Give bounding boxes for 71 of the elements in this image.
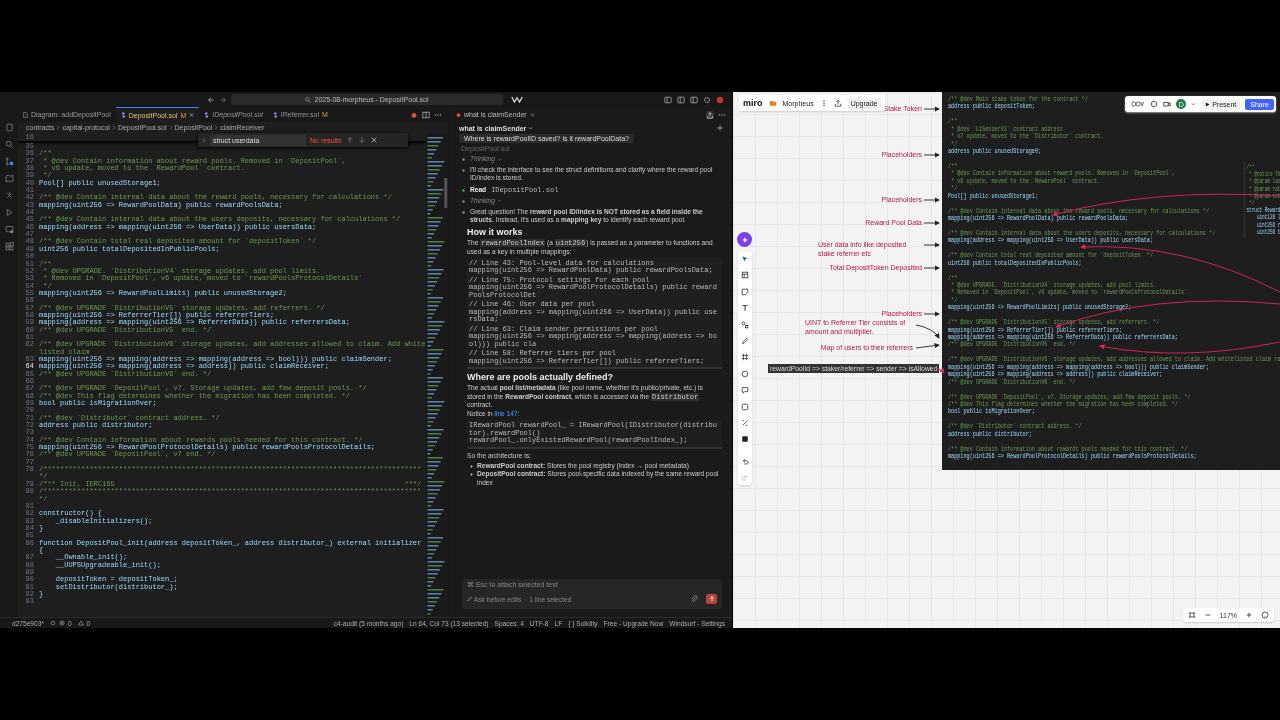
solidity-file-icon <box>272 111 278 118</box>
warning-icon <box>77 620 84 626</box>
windsurf-logo-icon <box>511 96 523 103</box>
panel-layout-icon[interactable] <box>677 95 685 104</box>
account-icon[interactable] <box>716 95 724 104</box>
comment-icon[interactable] <box>740 386 749 395</box>
search-icon[interactable] <box>4 140 14 149</box>
answer-heading: How it works <box>467 227 524 238</box>
answer-heading: Where are pools actually defined? <box>467 372 615 383</box>
map-icon[interactable] <box>4 174 14 183</box>
connector-icon[interactable] <box>740 418 749 427</box>
close-icon[interactable] <box>189 112 195 118</box>
solidity-file-icon <box>204 111 210 118</box>
bullet-icon <box>470 473 473 477</box>
square-icon[interactable] <box>740 435 749 444</box>
panel-layout-icon[interactable] <box>690 95 698 104</box>
caret-icon <box>496 198 502 204</box>
chevron-icon <box>168 125 173 130</box>
close-icon[interactable] <box>529 111 535 118</box>
file-icon <box>23 111 28 118</box>
folder-icon <box>768 99 777 107</box>
sparkle-icon <box>740 235 749 244</box>
play-icon <box>1205 101 1211 107</box>
step-dot-icon <box>462 158 465 161</box>
extensions-icon[interactable] <box>4 242 14 251</box>
shapes-icon[interactable] <box>740 320 749 329</box>
caret-icon <box>528 125 534 131</box>
search-icon <box>305 96 312 103</box>
chevron-icon <box>56 125 61 130</box>
run-icon[interactable] <box>4 208 14 217</box>
send-button[interactable] <box>706 594 717 604</box>
chevron-icon <box>214 125 219 130</box>
source-control-icon[interactable] <box>4 157 14 166</box>
step-dot-icon <box>462 211 465 214</box>
undo-icon[interactable] <box>740 457 749 466</box>
close-icon[interactable] <box>369 136 378 144</box>
text-icon[interactable] <box>740 304 749 313</box>
pencil-icon <box>467 596 472 602</box>
sync-icon[interactable] <box>49 620 56 626</box>
bullet-icon <box>470 464 473 468</box>
step-dot-icon <box>462 199 465 203</box>
attach-icon[interactable] <box>690 595 698 603</box>
step-dot-icon <box>462 169 465 173</box>
pen-icon[interactable] <box>740 336 749 345</box>
fit-icon[interactable] <box>1187 611 1196 619</box>
minimap-drawing[interactable] <box>426 133 448 617</box>
forward-arrow-icon[interactable] <box>219 95 227 104</box>
video-icon[interactable] <box>1163 100 1172 108</box>
upload-icon[interactable] <box>833 99 842 107</box>
frame-icon[interactable] <box>740 353 749 362</box>
reactions-icon[interactable] <box>1131 100 1146 108</box>
solidity-file-icon <box>120 112 126 118</box>
back-arrow-icon[interactable] <box>207 95 215 104</box>
caret-icon <box>496 156 502 162</box>
remote-icon[interactable] <box>4 225 14 234</box>
help-icon[interactable] <box>1261 611 1269 619</box>
plus-icon[interactable] <box>716 124 724 132</box>
error-icon <box>58 620 65 626</box>
zoom-in-icon[interactable] <box>1245 611 1253 619</box>
share-icon[interactable] <box>706 110 714 119</box>
sticky-note-icon[interactable] <box>740 287 749 296</box>
ai-assistant-button[interactable] <box>737 232 752 247</box>
panel-layout-icon[interactable] <box>664 95 672 104</box>
step-dot-icon <box>462 188 465 192</box>
cursor-icon[interactable] <box>740 255 749 263</box>
layout-icon[interactable] <box>740 271 749 280</box>
split-editor-icon[interactable] <box>422 110 430 119</box>
settings-icon[interactable] <box>703 95 711 104</box>
miro-logo: miro <box>743 98 763 108</box>
chevron-icon <box>111 125 116 130</box>
files-icon[interactable] <box>4 123 14 132</box>
